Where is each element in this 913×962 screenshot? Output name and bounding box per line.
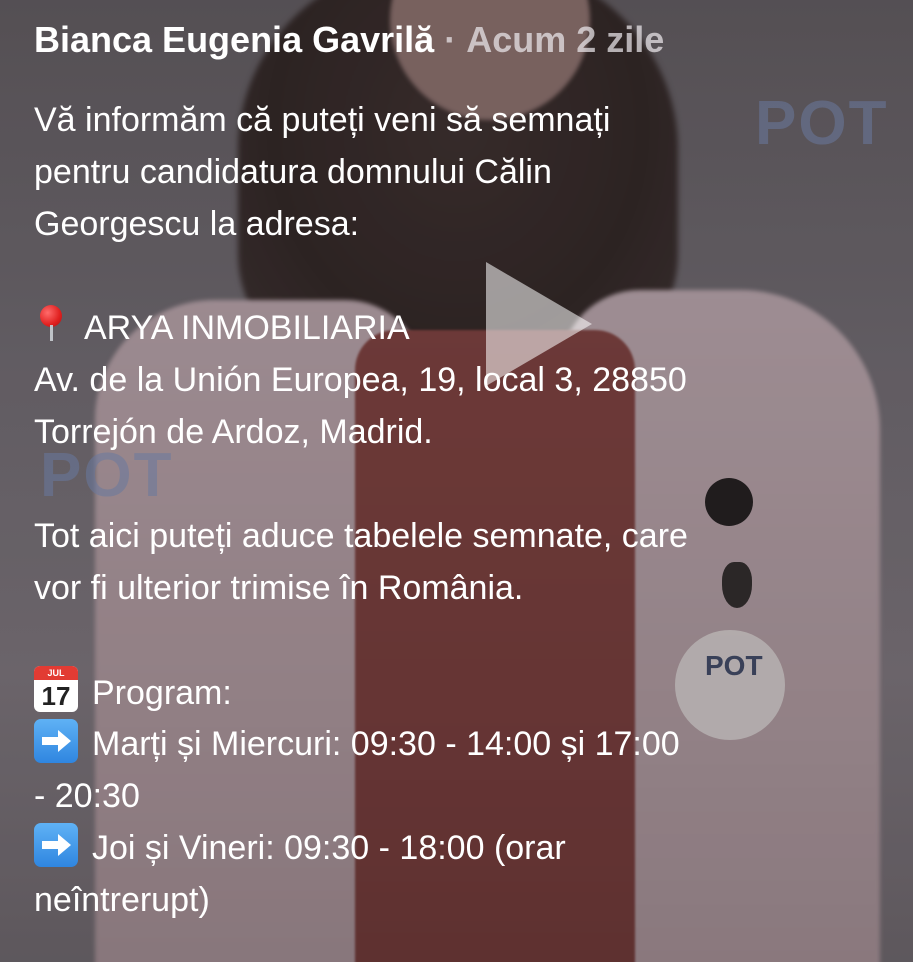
right-arrow-icon (34, 719, 78, 763)
round-pushpin-icon (34, 303, 70, 343)
video-post[interactable]: POT POT POT Bianca Eugenia Gavrilă · Acu… (0, 0, 913, 962)
author-name[interactable]: Bianca Eugenia Gavrilă (34, 19, 434, 60)
caption-line-program: JUL 17 Program: (34, 666, 854, 718)
calendar-icon: JUL 17 (34, 666, 78, 712)
caption-line: Torrejón de Ardoz, Madrid. (34, 413, 433, 451)
header-separator: · (444, 19, 457, 60)
caption-line: Tot aici puteți aduce tabelele semnate, … (34, 517, 688, 555)
schedule-text: Joi și Vineri: 09:30 - 18:00 (orar (92, 829, 566, 867)
caption-line: Georgescu la adresa: (34, 205, 360, 243)
post-header: Bianca Eugenia Gavrilă · Acum 2 zile (34, 18, 664, 62)
caption-line: neîntrerupt) (34, 881, 210, 919)
caption-line-schedule: Marți și Miercuri: 09:30 - 14:00 și 17:0… (34, 718, 854, 770)
caption-line: Vă informăm că puteți veni să semnați (34, 101, 611, 139)
caption-line-schedule: Joi și Vineri: 09:30 - 18:00 (orar (34, 822, 854, 874)
post-caption: Vă informăm că puteți veni să semnați pe… (34, 94, 854, 926)
schedule-text: Marți și Miercuri: 09:30 - 14:00 și 17:0… (92, 725, 680, 763)
caption-line: - 20:30 (34, 777, 140, 815)
business-name: ARYA INMOBILIARIA (84, 309, 410, 347)
post-timestamp: Acum 2 zile (466, 19, 665, 60)
program-label: Program: (92, 674, 232, 712)
caption-line: pentru candidatura domnului Călin (34, 153, 552, 191)
caption-line: Av. de la Unión Europea, 19, local 3, 28… (34, 361, 687, 399)
caption-line: vor fi ulterior trimise în România. (34, 569, 524, 607)
right-arrow-icon (34, 823, 78, 867)
caption-line-address-title: ARYA INMOBILIARIA (34, 302, 854, 354)
